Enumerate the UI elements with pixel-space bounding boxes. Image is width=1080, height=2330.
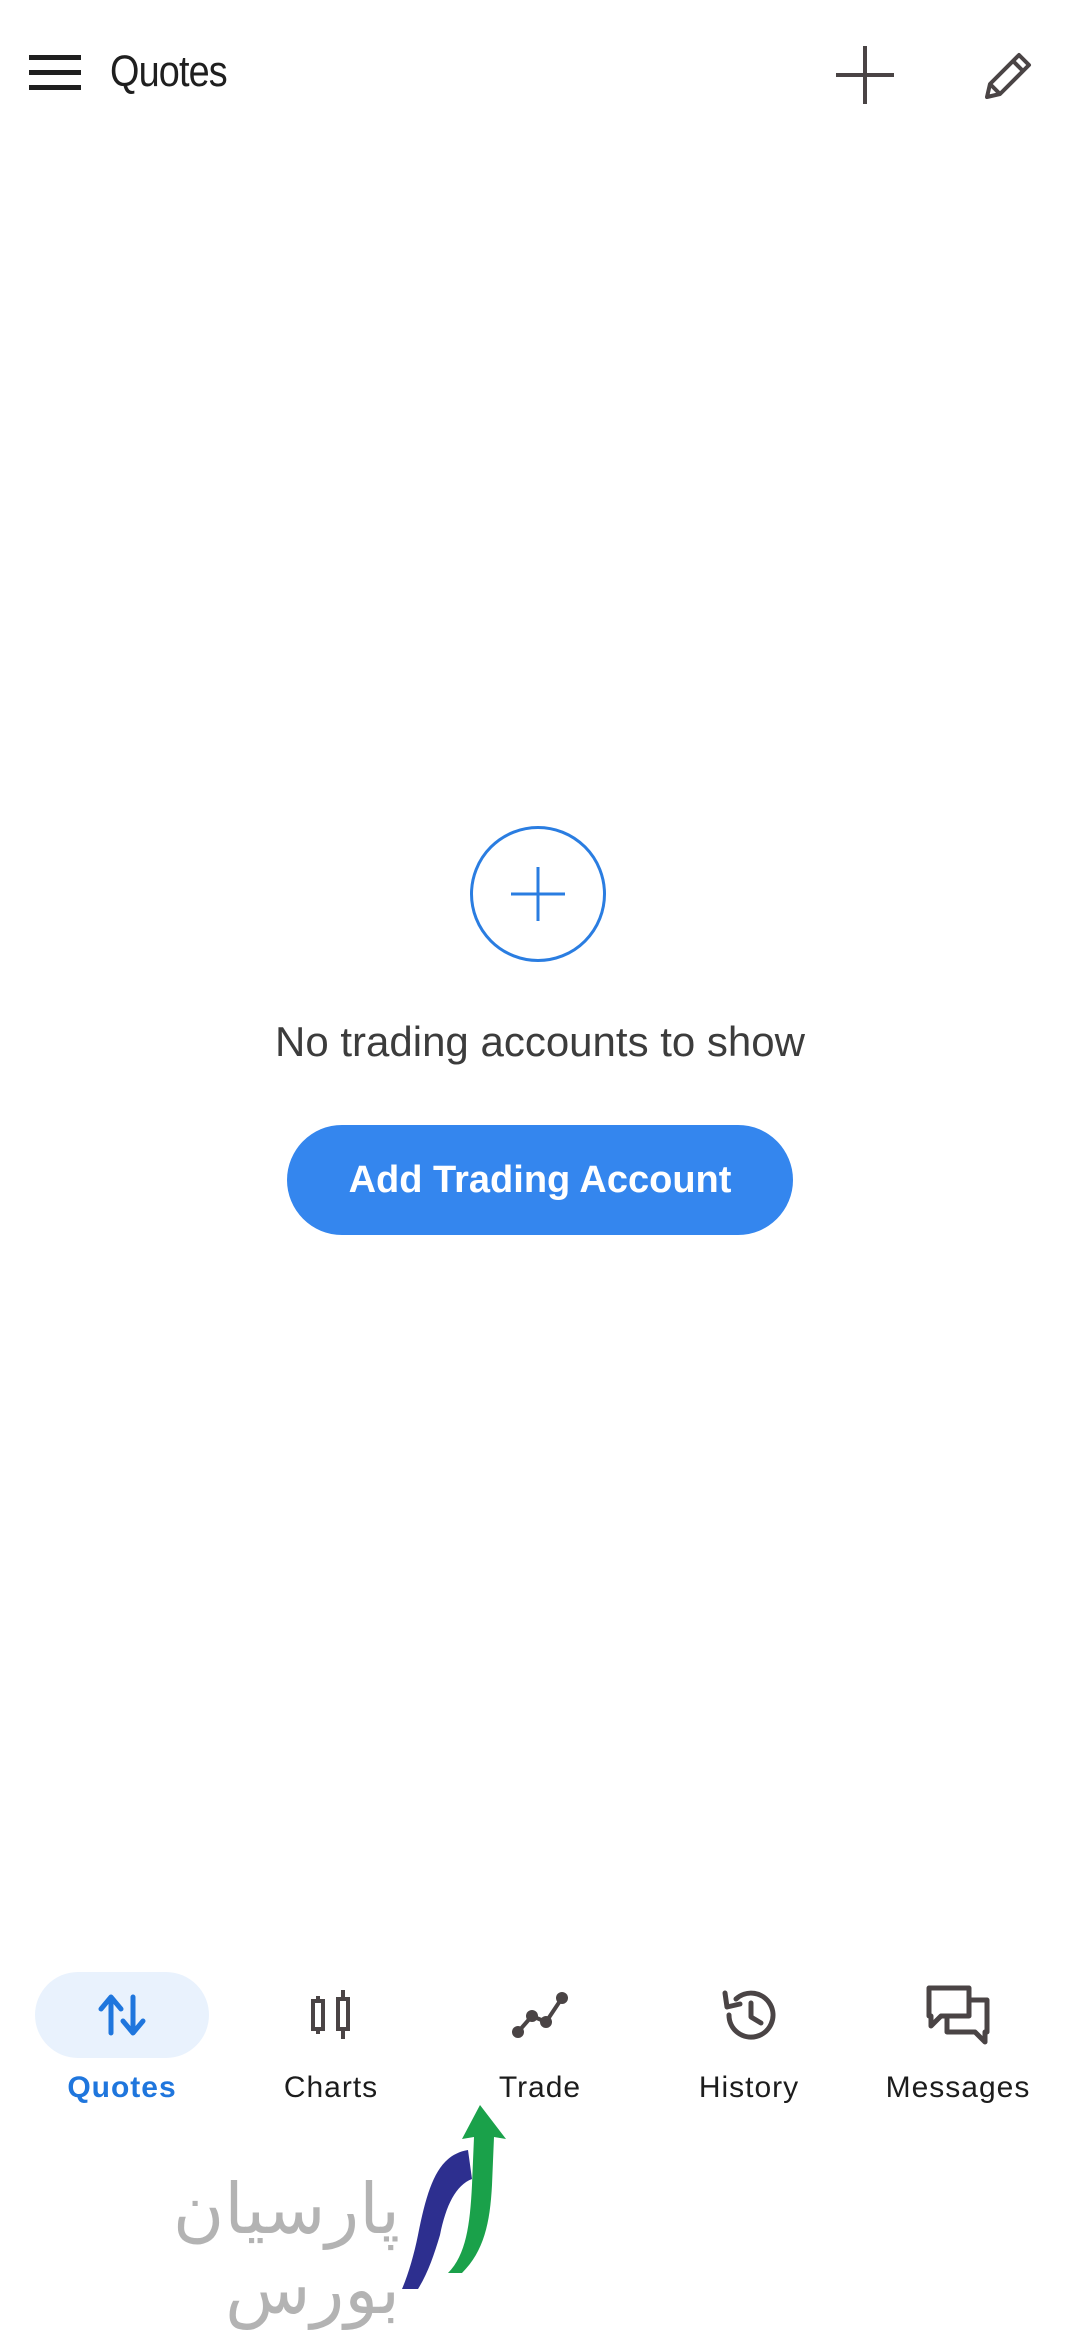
menu-button[interactable]	[20, 40, 90, 106]
nav-item-messages[interactable]: Messages	[858, 1960, 1058, 2120]
top-app-bar: Quotes	[0, 0, 1080, 146]
trend-line-icon	[512, 1992, 568, 2038]
nav-label-messages: Messages	[885, 2071, 1031, 2104]
nav-icon-container	[453, 1972, 627, 2058]
add-trading-account-button[interactable]: Add Trading Account	[287, 1125, 793, 1235]
add-account-circle-button[interactable]	[470, 826, 606, 962]
pencil-icon	[985, 53, 1031, 99]
logo-mark-icon	[402, 2105, 506, 2289]
watermark-text: پارسیان بورس	[172, 2168, 400, 2330]
add-symbol-button[interactable]	[822, 32, 908, 118]
chat-bubbles-icon	[926, 1985, 990, 2045]
hamburger-menu-icon	[29, 55, 81, 90]
nav-active-indicator	[35, 1972, 209, 2058]
nav-label-history: History	[698, 2071, 800, 2104]
circle-plus-icon	[511, 867, 565, 921]
nav-icon-container	[662, 1972, 836, 2058]
arrows-up-down-icon	[98, 1994, 146, 2036]
nav-item-history[interactable]: History	[649, 1960, 849, 2120]
candlestick-icon	[311, 1990, 350, 2039]
nav-icon-container	[871, 1972, 1045, 2058]
edit-button[interactable]	[966, 32, 1052, 118]
nav-icon-container	[244, 1972, 418, 2058]
page-title: Quotes	[110, 47, 228, 96]
plus-icon	[836, 46, 894, 104]
empty-state-message: No trading accounts to show	[275, 1018, 805, 1065]
history-clock-icon	[722, 1990, 776, 2040]
watermark-logo: پارسیان بورس	[0, 2095, 540, 2329]
